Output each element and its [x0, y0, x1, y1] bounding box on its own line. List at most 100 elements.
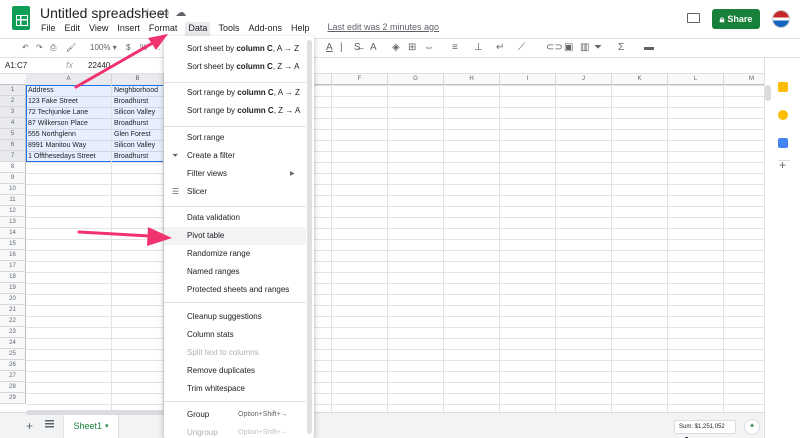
row-header[interactable]: 28 [0, 382, 26, 393]
all-sheets-icon[interactable] [45, 420, 54, 428]
row-header[interactable]: 14 [0, 228, 26, 239]
row-header[interactable]: 18 [0, 272, 26, 283]
functions-icon[interactable]: Σ [618, 42, 624, 53]
row-header[interactable]: 22 [0, 316, 26, 327]
currency-icon[interactable]: $ [126, 43, 130, 52]
formula-input[interactable]: 22440 [88, 61, 110, 70]
cell-b5[interactable]: Glen Forest [114, 129, 151, 140]
cell-a3[interactable]: 72 Techjunkie Lane [28, 107, 88, 118]
percent-icon[interactable]: % [140, 43, 147, 52]
text-color-a-icon[interactable]: A [370, 42, 377, 53]
row-header[interactable]: 24 [0, 338, 26, 349]
menu-file[interactable]: File [40, 22, 57, 36]
row-header[interactable]: 25 [0, 349, 26, 360]
column-header-a[interactable]: A [26, 74, 112, 85]
text-wrap-icon[interactable]: ↵ [496, 42, 504, 53]
text-rotation-icon[interactable]: ⟋ [518, 42, 525, 53]
undo-icon[interactable]: ↶ [22, 43, 29, 52]
data-validation[interactable]: Data validation [164, 209, 314, 227]
last-edit-link[interactable]: Last edit was 2 minutes ago [328, 22, 440, 36]
row-header[interactable]: 17 [0, 261, 26, 272]
row-header[interactable]: 6 [0, 140, 26, 151]
text-color-icon[interactable]: A [326, 42, 333, 53]
column-header-h[interactable]: H [444, 74, 500, 85]
input-tools-icon[interactable]: ▬ [644, 42, 654, 53]
row-header[interactable]: 2 [0, 96, 26, 107]
cell-a6[interactable]: 8991 Manitou Way [28, 140, 86, 151]
row-header[interactable]: 23 [0, 327, 26, 338]
column-header-m[interactable]: M [724, 74, 764, 85]
menu-help[interactable]: Help [290, 22, 311, 36]
sort-sheet-a-z[interactable]: Sort sheet by column C, A → Z [164, 40, 314, 58]
cell-b2[interactable]: Broadhurst [114, 96, 148, 107]
cloud-status-icon[interactable]: ☁ [175, 7, 192, 19]
group[interactable]: Group Option+Shift+→ [164, 406, 314, 424]
cleanup-suggestions[interactable]: Cleanup suggestions [164, 308, 314, 326]
menu-format[interactable]: Format [148, 22, 179, 36]
sort-sheet-z-a[interactable]: Sort sheet by column C, Z → A [164, 58, 314, 76]
menu-edit[interactable]: Edit [64, 22, 82, 36]
sort-range[interactable]: Sort range [164, 129, 314, 147]
calendar-icon[interactable] [778, 82, 788, 92]
filter-views[interactable]: Filter views ▶ [164, 165, 314, 183]
cell-a5[interactable]: 555 Northglenn [28, 129, 76, 140]
menu-scrollbar[interactable] [307, 40, 312, 434]
avatar[interactable] [772, 10, 790, 28]
zoom-select[interactable]: 100% ▾ [90, 43, 117, 52]
fill-color-icon[interactable]: ◈ [392, 42, 400, 53]
add-sheet-icon[interactable]: + [26, 419, 33, 433]
row-header[interactable]: 9 [0, 173, 26, 184]
menu-insert[interactable]: Insert [116, 22, 141, 36]
cell-b3[interactable]: Silicon Valley [114, 107, 155, 118]
row-header[interactable]: 16 [0, 250, 26, 261]
named-ranges[interactable]: Named ranges [164, 263, 314, 281]
paint-format-icon[interactable]: 🖌︎ [66, 43, 76, 52]
cell-a7[interactable]: 1 Offthesedays Street [28, 151, 96, 162]
pivot-table[interactable]: Pivot table [164, 227, 306, 245]
column-header-g[interactable]: G [388, 74, 444, 85]
row-header[interactable]: 12 [0, 206, 26, 217]
sheet-tab-sheet1[interactable]: Sheet1 ▾ [64, 413, 118, 438]
protected-sheets-ranges[interactable]: Protected sheets and ranges [164, 281, 314, 299]
horizontal-align-icon[interactable]: ≡ [452, 42, 458, 53]
create-filter[interactable]: ⏷ Create a filter [164, 147, 314, 165]
row-header[interactable]: 29 [0, 393, 26, 404]
cell-a1[interactable]: Address [28, 85, 54, 96]
row-header[interactable]: 5 [0, 129, 26, 140]
cell-b6[interactable]: Silicon Valley [114, 140, 155, 151]
insert-comment-icon[interactable]: ▣ [564, 42, 573, 53]
comment-history-icon[interactable] [687, 13, 700, 23]
row-header[interactable]: 15 [0, 239, 26, 250]
tasks-icon[interactable] [778, 138, 788, 148]
insert-link-icon[interactable]: ⊂⊃ [546, 42, 563, 53]
sheets-logo-icon[interactable] [12, 6, 30, 30]
row-header[interactable]: 27 [0, 371, 26, 382]
print-icon[interactable]: ⎙ [50, 43, 56, 53]
menu-data[interactable]: Data [185, 22, 211, 36]
spreadsheet-grid[interactable]: ABCDEFGHIJKLM 12345678910111213141516171… [0, 74, 764, 412]
horizontal-scrollbar[interactable] [26, 410, 166, 415]
column-header-l[interactable]: L [668, 74, 724, 85]
explore-icon[interactable]: ✦ [744, 419, 760, 435]
remove-duplicates[interactable]: Remove duplicates [164, 362, 314, 380]
decimal-icon[interactable]: . [158, 43, 160, 52]
row-header[interactable]: 10 [0, 184, 26, 195]
sort-range-z-a[interactable]: Sort range by column C, Z → A [164, 102, 314, 120]
borders-icon[interactable]: ⊞ [408, 42, 416, 53]
row-header[interactable]: 26 [0, 360, 26, 371]
move-folder-icon[interactable]: ▭ [159, 7, 175, 19]
cell-b4[interactable]: Broadhurst [114, 118, 148, 129]
column-header-f[interactable]: F [332, 74, 388, 85]
menu-view[interactable]: View [88, 22, 109, 36]
vertical-scrollbar[interactable] [765, 85, 771, 101]
row-header[interactable]: 11 [0, 195, 26, 206]
cell-a2[interactable]: 123 Fake Street [28, 96, 78, 107]
cell-a4[interactable]: 87 Wilkerson Place [28, 118, 88, 129]
row-header[interactable]: 13 [0, 217, 26, 228]
row-header[interactable]: 21 [0, 305, 26, 316]
row-header[interactable]: 1 [0, 85, 26, 96]
cell-b1[interactable]: Neighborhood [114, 85, 158, 96]
column-stats[interactable]: Column stats [164, 326, 314, 344]
randomize-range[interactable]: Randomize range [164, 245, 314, 263]
row-header[interactable]: 8 [0, 162, 26, 173]
